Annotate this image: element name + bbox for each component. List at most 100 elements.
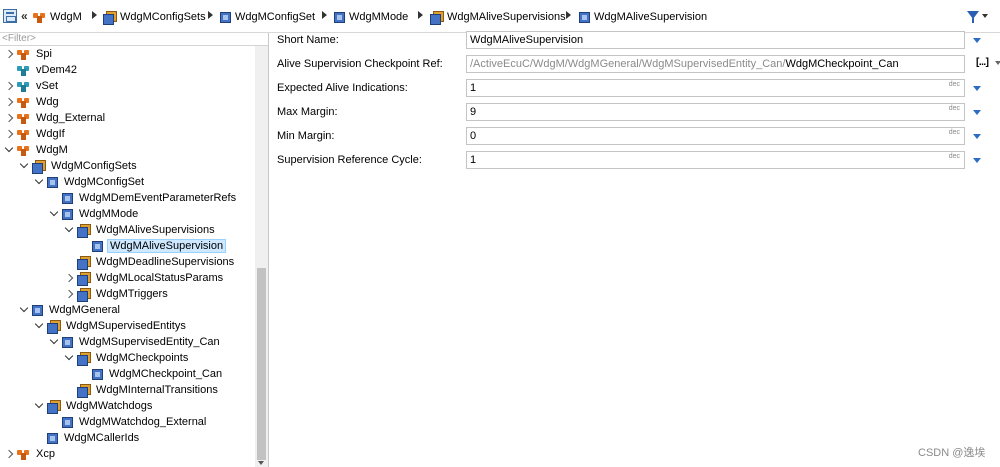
module-icon — [33, 11, 46, 23]
max-margin-field[interactable]: 9 dec — [466, 103, 965, 121]
tree-item[interactable]: Spi — [0, 46, 255, 62]
tree-item-label: WdgMCheckpoints — [96, 352, 189, 364]
tree-scrollbar-thumb[interactable] — [257, 268, 266, 460]
collapse-chevron-icon[interactable] — [4, 97, 14, 107]
expand-chevron-icon[interactable] — [34, 401, 44, 411]
expected-alive-dropdown-icon[interactable] — [973, 86, 981, 91]
tree-item[interactable]: Xcp — [0, 446, 255, 462]
collapse-chevron-icon[interactable] — [64, 289, 74, 299]
tree-item-label: vDem42 — [36, 64, 77, 76]
multi-container-icon — [103, 11, 117, 25]
tree-item[interactable]: Wdg — [0, 94, 255, 110]
browse-button[interactable]: [...] — [976, 57, 989, 68]
breadcrumb-item-wdgmconfigsets[interactable]: WdgMConfigSets — [103, 10, 206, 25]
short-name-dropdown-icon[interactable] — [973, 38, 981, 43]
tree-item-label: WdgMAliveSupervisions — [96, 224, 215, 236]
breadcrumb-item-wdgm[interactable]: WdgM — [33, 10, 82, 24]
tree-item[interactable]: WdgIf — [0, 126, 255, 142]
filter-dropdown-icon[interactable] — [982, 14, 988, 18]
short-name-field[interactable]: WdgMAliveSupervision — [466, 31, 965, 49]
breadcrumb-item-wdgmalivesupervision[interactable]: WdgMAliveSupervision — [579, 10, 707, 24]
expand-chevron-icon[interactable] — [49, 209, 59, 219]
tree-item[interactable]: WdgMCheckpoints — [0, 350, 255, 366]
scroll-down-arrow-icon[interactable] — [258, 461, 264, 465]
navigation-view-icon[interactable] — [3, 9, 17, 23]
breadcrumb-label: WdgM — [50, 11, 82, 23]
multi-container-icon — [47, 400, 61, 414]
ref-cycle-dropdown-icon[interactable] — [973, 158, 981, 163]
multi-container-icon — [32, 160, 46, 174]
expand-chevron-icon[interactable] — [64, 225, 74, 235]
collapse-chevron-icon[interactable] — [4, 113, 14, 123]
tree-item[interactable]: WdgMSupervisedEntity_Can — [0, 334, 255, 350]
tree-item[interactable]: WdgMSupervisedEntitys — [0, 318, 255, 334]
expand-chevron-icon[interactable] — [4, 145, 14, 155]
tree-item[interactable]: vDem42 — [0, 62, 255, 78]
breadcrumb-bar: « WdgM WdgMConfigSets WdgMConfigSet WdgM… — [0, 0, 1000, 33]
collapse-chevron-icon[interactable] — [4, 49, 14, 59]
ref-cycle-label: Supervision Reference Cycle: — [277, 154, 422, 166]
breadcrumb-separator-icon — [418, 11, 423, 19]
tree-item[interactable]: WdgMWatchdogs — [0, 398, 255, 414]
tree-item[interactable]: WdgMConfigSets — [0, 158, 255, 174]
tree-filter-input[interactable]: <Filter> — [0, 33, 268, 46]
tree-item[interactable]: WdgMDemEventParameterRefs — [0, 190, 255, 206]
multi-container-icon — [77, 384, 91, 398]
tree-item[interactable]: WdgMConfigSet — [0, 174, 255, 190]
tree-item[interactable]: WdgMCheckpoint_Can — [0, 366, 255, 382]
breadcrumb-item-wdgmconfigset[interactable]: WdgMConfigSet — [220, 10, 315, 24]
tree-item-label: WdgM — [36, 144, 68, 156]
breadcrumb-separator-icon — [208, 11, 213, 19]
checkpoint-ref-field[interactable]: /ActiveEcuC/WdgM/WdgMGeneral/WdgMSupervi… — [466, 55, 965, 73]
tree-item-label: WdgMInternalTransitions — [96, 384, 218, 396]
collapse-chevron-icon[interactable] — [4, 129, 14, 139]
expand-chevron-icon[interactable] — [49, 337, 59, 347]
number-format-label: dec — [948, 153, 960, 160]
tree-item[interactable]: WdgM — [0, 142, 255, 158]
multi-container-icon — [77, 256, 91, 270]
tree-item[interactable]: WdgMInternalTransitions — [0, 382, 255, 398]
expand-chevron-icon[interactable] — [64, 353, 74, 363]
tree-item[interactable]: WdgMGeneral — [0, 302, 255, 318]
tree-item[interactable]: WdgMCallerIds — [0, 430, 255, 446]
min-margin-field[interactable]: 0 dec — [466, 127, 965, 145]
tree-item[interactable]: WdgMLocalStatusParams — [0, 270, 255, 286]
collapse-chevron-icon[interactable] — [4, 81, 14, 91]
min-margin-dropdown-icon[interactable] — [973, 134, 981, 139]
tree-item[interactable]: WdgMDeadlineSupervisions — [0, 254, 255, 270]
expand-chevron-icon[interactable] — [34, 177, 44, 187]
expand-chevron-icon[interactable] — [34, 321, 44, 331]
container-icon — [62, 192, 73, 204]
tree-item[interactable]: WdgMAliveSupervisions — [0, 222, 255, 238]
breadcrumb-item-wdgmmode[interactable]: WdgMMode — [334, 10, 408, 24]
breadcrumb-separator-icon — [322, 11, 327, 19]
tree-item-label: WdgMDemEventParameterRefs — [79, 192, 237, 204]
collapse-chevron-icon[interactable] — [64, 273, 74, 283]
back-chevron-icon[interactable]: « — [21, 9, 28, 23]
checkpoint-ref-dropdown-icon[interactable] — [995, 61, 1000, 65]
tree-item-label: WdgMConfigSets — [51, 160, 137, 172]
tree-item[interactable]: WdgMTriggers — [0, 286, 255, 302]
module-icon — [17, 112, 30, 124]
ref-cycle-field[interactable]: 1 dec — [466, 151, 965, 169]
collapse-chevron-icon[interactable] — [4, 449, 14, 459]
tree-item[interactable]: WdgMAliveSupervision — [0, 238, 255, 254]
container-icon — [62, 336, 73, 348]
breadcrumb-item-wdgmalivesupervisions[interactable]: WdgMAliveSupervisions — [430, 10, 566, 25]
expand-chevron-icon[interactable] — [19, 305, 29, 315]
number-format-label: dec — [948, 81, 960, 88]
expected-alive-field[interactable]: 1 dec — [466, 79, 965, 97]
ref-cycle-value: 1 — [470, 154, 477, 166]
tree-item[interactable]: vSet — [0, 78, 255, 94]
configuration-tree-pane: <Filter> Spi vDem42 vSet Wdg Wdg_External Wdg… — [0, 33, 269, 467]
tree-item[interactable]: WdgMWatchdog_External — [0, 414, 255, 430]
filter-icon[interactable] — [967, 11, 979, 23]
tree-item[interactable]: WdgMMode — [0, 206, 255, 222]
expand-chevron-icon[interactable] — [19, 161, 29, 171]
tree-item[interactable]: Wdg_External — [0, 110, 255, 126]
max-margin-dropdown-icon[interactable] — [973, 110, 981, 115]
tree-scrollbar[interactable] — [255, 46, 268, 467]
